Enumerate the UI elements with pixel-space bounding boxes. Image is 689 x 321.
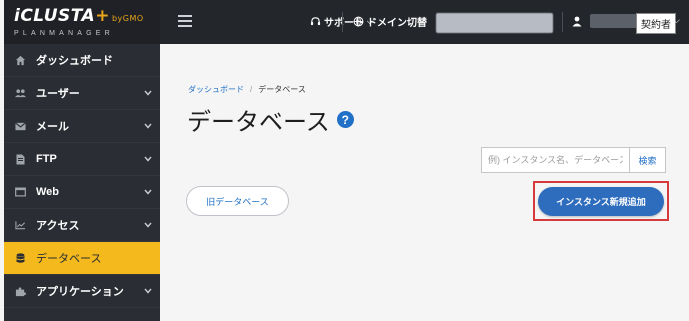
user-icon [572,16,582,26]
database-icon [13,252,27,264]
chevron-down-icon [144,153,152,165]
chevron-down-icon [144,120,152,132]
chevron-down-icon [144,285,152,297]
mail-icon [13,121,27,131]
main-content: ダッシュボード / データベース データベース ? 検索 旧データベース インスタン… [160,44,689,321]
sidebar-item-label: データベース [36,253,102,265]
sidebar-item-label: Web [36,186,60,198]
chevron-down-icon[interactable]: ⌵ [673,15,680,26]
globe-icon [353,16,364,27]
sidebar-item-label: ユーザー [36,88,80,100]
users-icon [13,88,27,99]
sidebar: iCLUSTA+ byGMO PLANMANAGER ダッシュボード ユーザー メ… [4,0,160,321]
divider [562,12,563,32]
old-database-button[interactable]: 旧データベース [186,186,289,216]
sidebar-item-dashboard[interactable]: ダッシュボード [4,44,160,77]
sidebar-item-label: アクセス [36,220,80,232]
sidebar-item-label: ダッシュボード [36,55,113,67]
sidebar-item-users[interactable]: ユーザー [4,77,160,110]
app-logo[interactable]: iCLUSTA+ byGMO PLANMANAGER [4,0,160,44]
headset-icon [310,17,321,26]
logo-plus: + [95,6,110,26]
breadcrumb-link-dashboard[interactable]: ダッシュボード [188,85,244,94]
domain-select-redacted[interactable] [436,13,553,33]
highlight-box: インスタンス新規追加 [533,181,669,221]
divider [342,12,343,32]
search-button[interactable]: 検索 [629,147,666,173]
breadcrumb-separator: / [250,85,253,94]
logo-wordmark: iCLUSTA [14,6,96,26]
breadcrumb: ダッシュボード / データベース [188,84,306,95]
puzzle-icon [13,286,27,297]
search-bar: 検索 [481,147,671,173]
domain-switch-label: ドメイン切替 [367,18,427,29]
contract-holder-badge[interactable]: 契約者 [636,13,676,34]
chevron-down-icon [144,87,152,99]
logo-subtitle: PLANMANAGER [14,30,114,37]
top-bar: サポート ⌵ ドメイン切替 契約者 ⌵ [160,0,689,44]
sidebar-item-applications[interactable]: アプリケーション [4,275,160,308]
search-input[interactable] [481,147,629,173]
sidebar-item-database[interactable]: データベース [4,242,160,275]
chevron-down-icon [144,186,152,198]
sidebar-item-mail[interactable]: メール [4,110,160,143]
sidebar-item-web[interactable]: Web [4,176,160,209]
logo-bygmo: byGMO [111,14,144,23]
sidebar-item-ftp[interactable]: FTP [4,143,160,176]
sidebar-item-label: FTP [36,153,57,165]
sidebar-item-label: アプリケーション [36,286,124,298]
page-title-text: データベース [187,109,330,136]
page-title: データベース ? [187,102,354,137]
domain-switch-menu[interactable]: ドメイン切替 [353,14,427,29]
sidebar-item-access[interactable]: アクセス [4,209,160,242]
chart-icon [13,220,27,230]
window-icon [13,187,27,197]
sidebar-item-label: メール [36,121,69,133]
hamburger-menu-icon[interactable] [178,15,192,27]
add-instance-button[interactable]: インスタンス新規追加 [538,186,664,216]
breadcrumb-current: データベース [258,85,306,94]
chevron-down-icon [144,219,152,231]
help-icon[interactable]: ? [336,111,354,128]
home-icon [13,55,27,66]
file-icon [13,154,27,165]
